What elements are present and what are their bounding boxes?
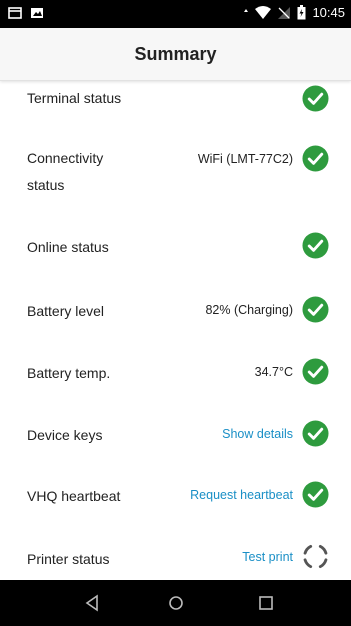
row-battery-temp: Battery temp. 34.7°C xyxy=(0,358,351,388)
status-bar: 10:45 xyxy=(0,0,351,28)
row-printer-status: Printer status Test print xyxy=(0,542,351,574)
data-arrows-icon xyxy=(244,8,249,12)
row-battery-level: Battery level 82% (Charging) xyxy=(0,296,351,326)
row-label: VHQ heartbeat xyxy=(27,488,121,504)
row-label: Device keys xyxy=(27,427,103,443)
row-terminal-status: Terminal status xyxy=(0,83,351,113)
back-icon[interactable] xyxy=(83,593,103,613)
show-details-link[interactable]: Show details xyxy=(222,427,293,441)
test-print-link[interactable]: Test print xyxy=(242,550,293,564)
row-label: Online status xyxy=(27,239,109,255)
row-label: Connectivity status xyxy=(27,150,104,193)
row-label: Printer status xyxy=(27,551,110,567)
home-icon[interactable] xyxy=(166,593,186,613)
row-value: 34.7°C xyxy=(254,365,293,379)
row-connectivity-status: Connectivity status WiFi (LMT-77C2) xyxy=(0,144,351,202)
row-value: WiFi (LMT-77C2) xyxy=(197,152,293,166)
check-circle-icon xyxy=(302,85,329,112)
request-heartbeat-link[interactable]: Request heartbeat xyxy=(190,488,293,502)
row-vhq-heartbeat: VHQ heartbeat Request heartbeat xyxy=(0,481,351,511)
check-circle-icon xyxy=(302,420,329,447)
check-circle-icon xyxy=(302,481,329,508)
row-online-status: Online status xyxy=(0,232,351,262)
summary-list: Terminal status Connectivity status WiFi… xyxy=(0,80,351,580)
clock: 10:45 xyxy=(312,5,345,20)
check-circle-icon xyxy=(302,296,329,323)
check-circle-icon xyxy=(302,145,329,172)
check-circle-icon xyxy=(302,232,329,259)
row-label: Terminal status xyxy=(27,90,122,106)
signal-icon xyxy=(278,6,291,19)
page-title: Summary xyxy=(134,43,217,64)
row-label: Battery level xyxy=(27,303,105,319)
image-icon xyxy=(31,8,43,18)
battery-icon xyxy=(297,5,306,20)
loading-spinner-icon xyxy=(303,544,328,569)
wifi-icon xyxy=(255,5,272,19)
check-circle-icon xyxy=(302,358,329,385)
row-label: Battery temp. xyxy=(27,365,111,381)
app-bar: Summary xyxy=(0,28,351,81)
recents-icon[interactable] xyxy=(256,593,276,613)
navigation-bar xyxy=(0,580,351,626)
window-icon xyxy=(8,7,22,19)
row-value: 82% (Charging) xyxy=(205,303,293,317)
row-device-keys: Device keys Show details xyxy=(0,420,351,450)
